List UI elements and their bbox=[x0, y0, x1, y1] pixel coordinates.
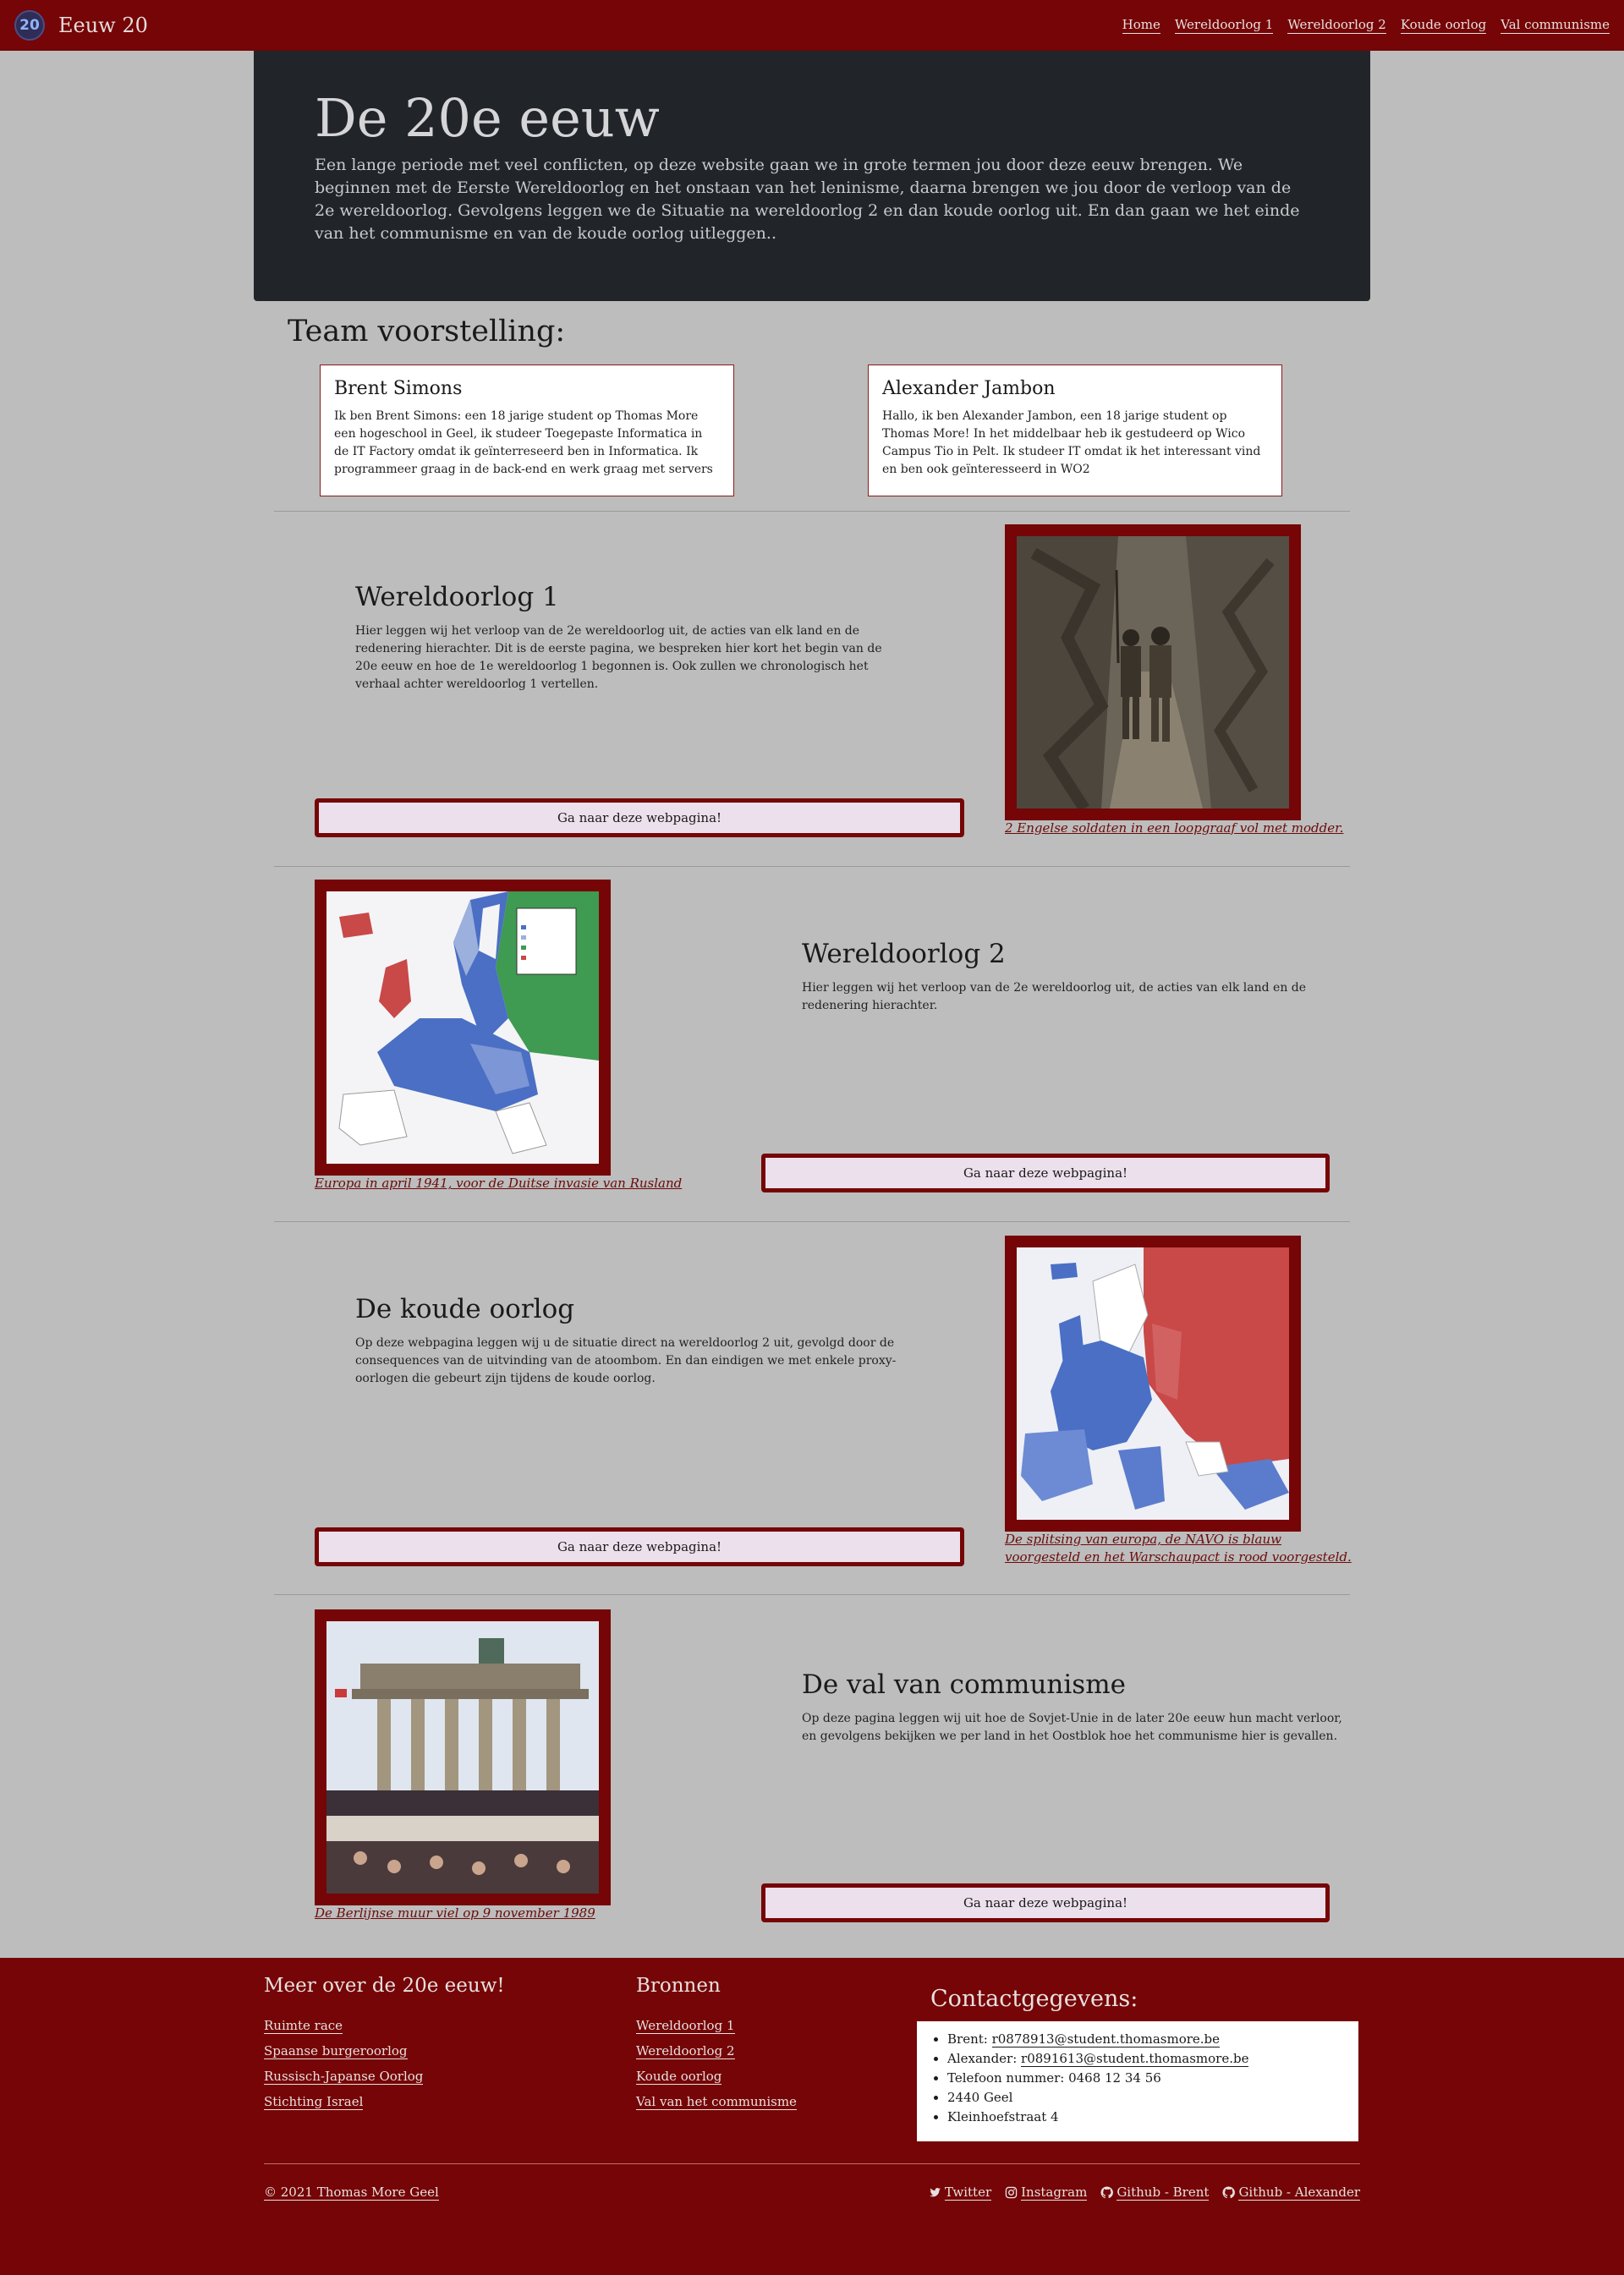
footer-heading: Meer over de 20e eeuw! bbox=[264, 1975, 505, 1997]
brent-email-link[interactable]: r0878913@student.thomasmore.be bbox=[991, 2031, 1221, 2048]
nav-link-koude-oorlog[interactable]: Koude oorlog bbox=[1400, 17, 1487, 34]
section-title: Wereldoorlog 2 bbox=[802, 939, 1006, 969]
cold-war-map-image bbox=[1017, 1247, 1289, 1520]
divider bbox=[274, 511, 1350, 512]
val-communisme-button[interactable]: Ga naar deze webpagina! bbox=[761, 1883, 1330, 1922]
footer-link-stichting-israel[interactable]: Stichting Israel bbox=[264, 2094, 364, 2110]
hero-text: Een lange periode met veel conflicten, o… bbox=[315, 156, 1300, 244]
koude-oorlog-button[interactable]: Ga naar deze webpagina! bbox=[315, 1527, 964, 1566]
cold-war-map[interactable] bbox=[1005, 1236, 1301, 1532]
alexander-email-link[interactable]: r0891613@student.thomasmore.be bbox=[1021, 2051, 1249, 2067]
nav-link-home[interactable]: Home bbox=[1122, 17, 1160, 34]
wereldoorlog-1-button[interactable]: Ga naar deze webpagina! bbox=[315, 798, 964, 837]
instagram-label: Instagram bbox=[1021, 2185, 1088, 2201]
twitter-label: Twitter bbox=[944, 2185, 992, 2201]
europe-1941-map[interactable] bbox=[315, 880, 611, 1176]
footer-link-wereldoorlog-2[interactable]: Wereldoorlog 2 bbox=[636, 2043, 735, 2059]
page-title: De 20e eeuw bbox=[315, 87, 660, 149]
section-wereldoorlog-1: Wereldoorlog 1 Hier leggen wij het verlo… bbox=[355, 582, 897, 693]
footer-heading: Bronnen bbox=[636, 1975, 721, 1997]
team-heading: Team voorstelling: bbox=[288, 315, 566, 348]
footer-link-koude-oorlog[interactable]: Koude oorlog bbox=[636, 2069, 722, 2085]
section-koude-oorlog: De koude oorlog Op deze webpagina leggen… bbox=[355, 1294, 897, 1388]
copyright[interactable]: © 2021 Thomas More Geel bbox=[264, 2185, 439, 2201]
divider bbox=[274, 866, 1350, 867]
wereldoorlog-2-button[interactable]: Ga naar deze webpagina! bbox=[761, 1154, 1330, 1192]
nav-link-val-communisme[interactable]: Val communisme bbox=[1501, 17, 1610, 34]
team-card-brent: Brent Simons Ik ben Brent Simons: een 18… bbox=[320, 365, 734, 496]
member-name: Alexander Jambon bbox=[882, 378, 1056, 399]
image-caption: De Berlijnse muur viel op 9 november 198… bbox=[315, 1905, 595, 1921]
contact-phone: Telefoon nummer: 0468 12 34 56 bbox=[947, 2069, 1343, 2088]
footer: Meer over de 20e eeuw! Ruimte race Spaan… bbox=[0, 1958, 1624, 2275]
nav-link-wereldoorlog-1[interactable]: Wereldoorlog 1 bbox=[1174, 17, 1274, 34]
section-text: Op deze pagina leggen wij uit hoe de Sov… bbox=[802, 1712, 1342, 1743]
contact-heading: Contactgegevens: bbox=[930, 1986, 1138, 2012]
berlin-wall-photo-image bbox=[326, 1621, 599, 1894]
image-caption: De splitsing van europa, de NAVO is blau… bbox=[1005, 1532, 1352, 1565]
footer-divider bbox=[264, 2163, 1360, 2164]
member-bio: Hallo, ik ben Alexander Jambon, een 18 j… bbox=[882, 409, 1261, 476]
contact-label: Alexander: bbox=[947, 2051, 1022, 2066]
contact-alexander: Alexander: r0891613@student.thomasmore.b… bbox=[947, 2049, 1343, 2069]
trench-photo[interactable] bbox=[1005, 524, 1301, 820]
footer-link-wereldoorlog-1[interactable]: Wereldoorlog 1 bbox=[636, 2018, 735, 2034]
footer-link-spaanse-burgeroorlog[interactable]: Spaanse burgeroorlog bbox=[264, 2043, 408, 2059]
social-links: Twitter Instagram Github - Brent Github … bbox=[929, 2185, 1360, 2201]
instagram-link[interactable]: Instagram bbox=[1005, 2185, 1088, 2201]
github-icon bbox=[1222, 2186, 1236, 2199]
image-caption: Europa in april 1941, voor de Duitse inv… bbox=[315, 1176, 683, 1191]
section-title: De val van communisme bbox=[802, 1669, 1126, 1700]
divider bbox=[274, 1221, 1350, 1222]
github-brent-link[interactable]: Github - Brent bbox=[1100, 2185, 1210, 2201]
section-text: Hier leggen wij het verloop van de 2e we… bbox=[355, 624, 882, 691]
section-wereldoorlog-2: Wereldoorlog 2 Hier leggen wij het verlo… bbox=[802, 939, 1343, 1015]
contact-label: Brent: bbox=[947, 2031, 992, 2047]
section-text: Hier leggen wij het verloop van de 2e we… bbox=[802, 981, 1307, 1012]
footer-sources: Bronnen Wereldoorlog 1 Wereldoorlog 2 Ko… bbox=[636, 1975, 797, 2119]
instagram-icon bbox=[1005, 2186, 1018, 2199]
footer-link-val-communisme[interactable]: Val van het communisme bbox=[636, 2094, 797, 2110]
team-card-alexander: Alexander Jambon Hallo, ik ben Alexander… bbox=[868, 365, 1282, 496]
nav-links: Home Wereldoorlog 1 Wereldoorlog 2 Koude… bbox=[1122, 17, 1610, 34]
section-text: Op deze webpagina leggen wij u de situat… bbox=[355, 1336, 897, 1385]
nav-link-wereldoorlog-2[interactable]: Wereldoorlog 2 bbox=[1287, 17, 1386, 34]
berlin-wall-photo[interactable] bbox=[315, 1609, 611, 1905]
section-val-communisme: De val van communisme Op deze pagina leg… bbox=[802, 1669, 1343, 1746]
member-bio: Ik ben Brent Simons: een 18 jarige stude… bbox=[334, 409, 713, 476]
navbar: 20 Eeuw 20 Home Wereldoorlog 1 Wereldoor… bbox=[0, 0, 1624, 51]
brand-name[interactable]: Eeuw 20 bbox=[58, 14, 148, 37]
europe-1941-map-image bbox=[326, 891, 599, 1164]
member-name: Brent Simons bbox=[334, 378, 463, 399]
image-caption: 2 Engelse soldaten in een loopgraaf vol … bbox=[1005, 820, 1344, 836]
github-brent-label: Github - Brent bbox=[1116, 2185, 1210, 2201]
contact-city: 2440 Geel bbox=[947, 2088, 1343, 2108]
footer-link-ruimte-race[interactable]: Ruimte race bbox=[264, 2018, 343, 2034]
divider bbox=[274, 1594, 1350, 1595]
section-title: De koude oorlog bbox=[355, 1294, 575, 1324]
brand[interactable]: 20 Eeuw 20 bbox=[14, 10, 148, 41]
twitter-link[interactable]: Twitter bbox=[929, 2185, 992, 2201]
contact-brent: Brent: r0878913@student.thomasmore.be bbox=[947, 2030, 1343, 2049]
contact-street: Kleinhoefstraat 4 bbox=[947, 2108, 1343, 2127]
github-icon bbox=[1100, 2186, 1114, 2199]
footer-link-russisch-japanse-oorlog[interactable]: Russisch-Japanse Oorlog bbox=[264, 2069, 424, 2085]
logo-icon: 20 bbox=[14, 10, 45, 41]
trench-photo-image bbox=[1017, 536, 1289, 809]
github-alexander-label: Github - Alexander bbox=[1238, 2185, 1360, 2201]
hero-jumbotron: De 20e eeuw Een lange periode met veel c… bbox=[254, 51, 1370, 301]
footer-more-links: Meer over de 20e eeuw! Ruimte race Spaan… bbox=[264, 1975, 505, 2119]
section-title: Wereldoorlog 1 bbox=[355, 582, 559, 612]
contact-box: Brent: r0878913@student.thomasmore.be Al… bbox=[917, 2021, 1358, 2141]
twitter-icon bbox=[929, 2188, 941, 2197]
github-alexander-link[interactable]: Github - Alexander bbox=[1222, 2185, 1360, 2201]
